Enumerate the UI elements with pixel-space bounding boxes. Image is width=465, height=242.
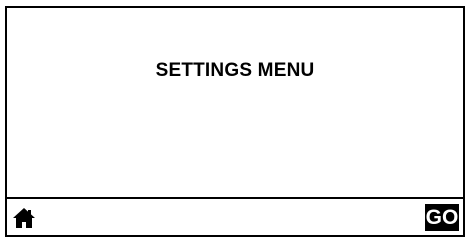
go-button[interactable]: GO	[425, 204, 459, 231]
menu-title: SETTINGS MENU	[155, 60, 315, 81]
footer-divider	[7, 197, 463, 199]
home-button[interactable]	[13, 207, 35, 229]
printer-display: SETTINGS MENU GO	[5, 6, 465, 237]
home-icon	[13, 208, 35, 228]
